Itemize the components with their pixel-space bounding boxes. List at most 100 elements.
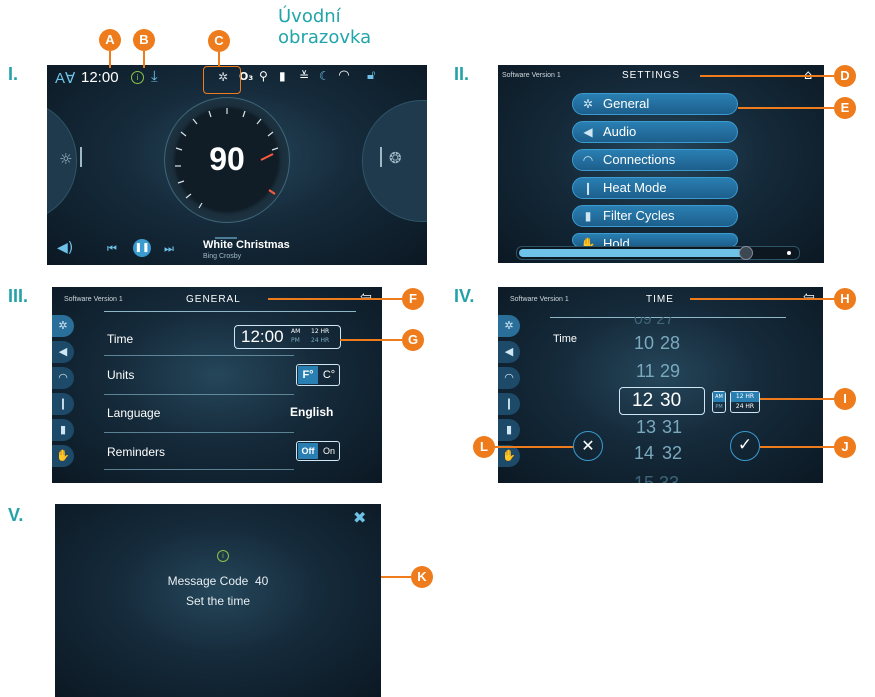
callout-e: E [834, 97, 856, 119]
callout-i-line [760, 398, 834, 400]
menu-item-hold[interactable]: ✋ Hold [572, 233, 738, 247]
lock-icon[interactable]: 🔓︎ [367, 68, 375, 83]
reminders-label: Reminders [107, 445, 166, 459]
general-title: GENERAL [186, 294, 241, 305]
12hr-label: 12 HR [311, 328, 330, 335]
side-tab-hold[interactable]: ✋ [498, 445, 520, 467]
slider-end-dot [787, 251, 791, 255]
am-option[interactable]: AM [713, 392, 725, 402]
menu-item-label: General [603, 96, 650, 111]
jets-icon: ❂ [389, 149, 402, 167]
message-code: Message Code 40 [167, 574, 269, 588]
right-divider [380, 147, 382, 167]
menu-item-label: Connections [603, 152, 676, 167]
menu-item-heat-mode[interactable]: ❙ Heat Mode [572, 177, 738, 199]
callout-d: D [834, 65, 856, 87]
pause-icon[interactable]: ❚❚ [133, 239, 151, 257]
slider-thumb[interactable] [739, 246, 753, 260]
info-icon[interactable]: i [131, 71, 144, 84]
cancel-button[interactable]: ✕ [573, 431, 603, 461]
callout-l: L [473, 436, 495, 458]
previous-track-icon[interactable]: ⏮ [107, 242, 117, 256]
reminders-toggle[interactable]: Off On [296, 441, 340, 461]
24hr-option[interactable]: 24 HR [731, 402, 759, 412]
celsius-option[interactable]: C° [319, 366, 339, 384]
minute-wheel-row[interactable]: 32 [662, 443, 682, 464]
left-divider [80, 147, 82, 167]
side-tab-hold[interactable]: ✋ [52, 445, 74, 467]
hour-wheel-row[interactable]: 13 [636, 417, 656, 438]
speaker-icon: ◀ [583, 125, 593, 139]
callout-c: C [208, 30, 230, 52]
section-label-4: IV. [454, 286, 475, 306]
callout-c-line [218, 52, 220, 66]
partial-time-top: 09 27 [634, 317, 674, 325]
side-tab-audio[interactable]: ◀ [52, 341, 74, 363]
menu-item-audio[interactable]: ◀ Audio [572, 121, 738, 143]
hour-wheel-row[interactable]: 10 [634, 333, 654, 354]
back-arrow-icon[interactable]: ⇦ [360, 289, 372, 305]
am-label: AM [291, 328, 301, 335]
time-screen: Software Version 1 TIME ⇦ ✲ ◀ ◠ ❙ ▮ ✋ Ti… [498, 287, 823, 483]
language-value[interactable]: English [290, 405, 333, 419]
side-tab-heat[interactable]: ❙ [52, 393, 74, 415]
home-screen-heading: Úvodní obrazovka [278, 6, 372, 48]
time-label: Time [553, 333, 578, 345]
menu-item-filter-cycles[interactable]: ▮ Filter Cycles [572, 205, 738, 227]
clock-display[interactable]: 12:00 [81, 69, 119, 86]
side-tab-connections[interactable]: ◠ [52, 367, 74, 389]
callout-h: H [834, 288, 856, 310]
hour-wheel-row[interactable]: 14 [634, 443, 654, 464]
font-size-icon[interactable]: A∀ [55, 69, 75, 87]
scroll-slider[interactable] [516, 246, 800, 260]
am-pm-toggle[interactable]: AM PM [712, 391, 726, 413]
side-tab-filter[interactable]: ▮ [498, 419, 520, 441]
info-icon: i [217, 550, 229, 562]
filter-icon: ▮ [584, 209, 592, 223]
row-divider [104, 469, 294, 470]
side-tab-heat[interactable]: ❙ [498, 393, 520, 415]
minute-wheel-row[interactable]: 31 [662, 417, 682, 438]
hour-wheel-row[interactable]: 11 [636, 361, 655, 382]
hour-format-toggle[interactable]: 12 HR 24 HR [730, 391, 760, 413]
time-field[interactable]: 12:00 AM PM 12 HR 24 HR [234, 325, 341, 349]
side-tab-general[interactable]: ✲ [498, 315, 520, 337]
wifi-icon: ◜◝ [339, 68, 350, 83]
wifi-icon: ◠ [582, 153, 594, 167]
callout-a: A [99, 29, 121, 51]
confirm-button[interactable]: ✓ [730, 431, 760, 461]
menu-item-general[interactable]: ✲ General [572, 93, 738, 115]
pm-option[interactable]: PM [713, 402, 725, 412]
callout-a-line [109, 51, 111, 68]
fahrenheit-option[interactable]: F° [298, 366, 318, 384]
filter-icon: ▮ [279, 69, 286, 83]
side-tab-general[interactable]: ✲ [52, 315, 74, 337]
download-icon[interactable]: ⤓ [151, 67, 158, 85]
callout-f-line [268, 298, 402, 300]
close-icon[interactable]: ✖ [353, 508, 366, 527]
units-toggle[interactable]: F° C° [296, 364, 340, 386]
thermometer-icon: ❙ [582, 181, 594, 195]
callout-l-line [495, 446, 573, 448]
menu-item-label: Heat Mode [603, 180, 667, 195]
gear-icon: ✲ [582, 97, 594, 111]
selected-hour: 12 [632, 390, 654, 411]
volume-icon[interactable]: ◀) [57, 240, 73, 256]
menu-item-connections[interactable]: ◠ Connections [572, 149, 738, 171]
next-track-icon[interactable]: ⏭ [164, 242, 174, 256]
time-picker-selection[interactable]: 12 30 [619, 387, 705, 415]
sun-icon: ☼ [59, 150, 73, 168]
on-option[interactable]: On [319, 443, 339, 459]
12hr-option[interactable]: 12 HR [731, 392, 759, 402]
song-artist: Bing Crosby [203, 253, 242, 260]
menu-item-label: Filter Cycles [603, 208, 675, 223]
minute-wheel-row[interactable]: 29 [660, 361, 680, 382]
side-tab-connections[interactable]: ◠ [498, 367, 520, 389]
off-option[interactable]: Off [298, 443, 318, 459]
side-tab-filter[interactable]: ▮ [52, 419, 74, 441]
software-version: Software Version 1 [64, 296, 123, 303]
minute-wheel-row[interactable]: 28 [660, 333, 680, 354]
row-divider [104, 355, 294, 356]
back-arrow-icon[interactable]: ⇦ [803, 289, 815, 305]
side-tab-audio[interactable]: ◀ [498, 341, 520, 363]
